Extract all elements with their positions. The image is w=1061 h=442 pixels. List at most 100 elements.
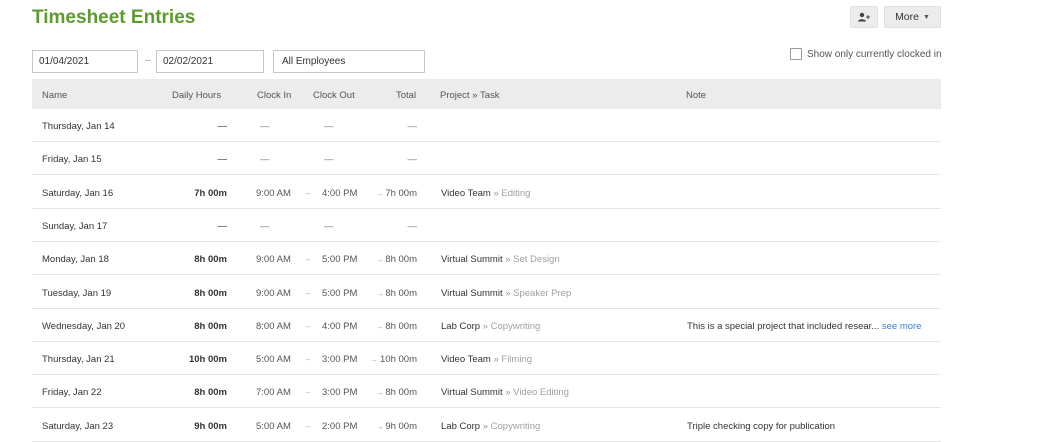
- row-total: 8h 00m: [385, 254, 417, 266]
- row-clock-in: 8:00 AM: [256, 320, 291, 332]
- row-task: Copywriting: [490, 320, 541, 332]
- row-task-separator: »: [502, 287, 514, 299]
- row-clock-in: —: [260, 220, 270, 232]
- row-task-separator: »: [502, 254, 514, 266]
- table-row[interactable]: Thursday, Jan 14 — — — —: [32, 109, 941, 142]
- table-header: Name Daily Hours Clock In Clock Out Tota…: [32, 79, 941, 109]
- start-date-input[interactable]: 01/04/2021: [32, 50, 138, 73]
- table-row[interactable]: Wednesday, Jan 20 8h 00m 8:00 AM – 4:00 PM 8h…: [32, 309, 941, 342]
- row-clock-out: 4:00 PM: [322, 320, 358, 332]
- row-project-task[interactable]: Virtual Summit » Set Design: [441, 254, 560, 265]
- row-project-task[interactable]: Lab Corp » Copywriting: [441, 421, 540, 432]
- row-daily-hours: —: [217, 220, 228, 232]
- row-project: Virtual Summit: [441, 254, 503, 266]
- row-clock-out: 5:00 PM: [322, 287, 358, 299]
- col-name[interactable]: Name: [42, 90, 67, 101]
- row-task-separator: »: [480, 420, 491, 432]
- arrow-right-icon: →: [376, 188, 384, 198]
- table-row[interactable]: Sunday, Jan 17 — — — —: [32, 209, 941, 242]
- row-daily-hours: —: [217, 121, 228, 132]
- table-row[interactable]: Friday, Jan 15 — — — —: [32, 142, 941, 176]
- row-project-task[interactable]: Virtual Summit » Speaker Prep: [441, 288, 571, 299]
- row-clock-in: —: [260, 121, 270, 132]
- row-project: Video Team: [441, 187, 491, 199]
- row-clock-out: —: [324, 154, 334, 166]
- row-task: Editing: [501, 187, 531, 199]
- clocked-in-checkbox[interactable]: [790, 48, 802, 60]
- end-date-value: 02/02/2021: [163, 56, 214, 67]
- row-time-separator: –: [306, 255, 311, 265]
- row-total: 8h 00m: [385, 387, 417, 399]
- row-task-separator: »: [490, 354, 502, 366]
- row-clock-out: 3:00 PM: [322, 387, 358, 399]
- add-employee-button[interactable]: [850, 6, 878, 28]
- row-total: —: [407, 220, 418, 232]
- row-task-separator: »: [480, 320, 491, 332]
- table-row[interactable]: Saturday, Jan 16 7h 00m 9:00 AM – 4:00 PM 7h …: [32, 176, 941, 209]
- end-date-input[interactable]: 02/02/2021: [156, 50, 264, 73]
- row-clock-in: 9:00 AM: [256, 254, 291, 266]
- row-time-separator: –: [306, 388, 311, 398]
- row-task-separator: »: [502, 387, 514, 399]
- col-note[interactable]: Note: [686, 90, 706, 101]
- row-total: 9h 00m: [385, 420, 417, 432]
- col-clock-in[interactable]: Clock In: [257, 90, 291, 101]
- row-name: Wednesday, Jan 20: [42, 320, 126, 332]
- row-project-task[interactable]: Virtual Summit » Video Editing: [441, 387, 569, 398]
- row-total: 8h 00m: [385, 287, 417, 299]
- row-project-task[interactable]: Video Team » Editing: [441, 188, 530, 199]
- table-row[interactable]: Tuesday, Jan 19 8h 00m 9:00 AM – 5:00 PM 8h 0…: [32, 276, 941, 309]
- col-clock-out[interactable]: Clock Out: [313, 90, 355, 101]
- row-task: Video Editing: [513, 387, 569, 399]
- table-row[interactable]: Friday, Jan 22 8h 00m 7:00 AM – 3:00 PM 8h 00…: [32, 375, 941, 409]
- employee-filter-select[interactable]: All Employees: [273, 50, 425, 73]
- row-daily-hours: —: [217, 154, 228, 166]
- row-clock-out: 3:00 PM: [322, 354, 358, 366]
- row-total: —: [407, 154, 418, 166]
- row-daily-hours: 8h 00m: [194, 320, 227, 332]
- row-daily-hours: 7h 00m: [194, 187, 227, 199]
- row-note: Triple checking copy for publication: [687, 421, 835, 432]
- person-add-icon: [857, 12, 871, 22]
- row-daily-hours: 9h 00m: [194, 420, 227, 432]
- row-task-separator: »: [490, 187, 502, 199]
- row-project-task[interactable]: Lab Corp » Copywriting: [441, 321, 540, 332]
- date-range-separator: –: [145, 55, 151, 66]
- row-name: Thursday, Jan 14: [42, 121, 115, 132]
- row-clock-out: 4:00 PM: [322, 187, 358, 199]
- row-project-task[interactable]: Video Team » Filming: [441, 354, 532, 365]
- row-total: 7h 00m: [385, 187, 417, 199]
- row-clock-in: —: [260, 154, 270, 166]
- more-button[interactable]: More ▼: [884, 6, 941, 28]
- row-task: Speaker Prep: [513, 287, 572, 299]
- row-name: Sunday, Jan 17: [42, 220, 108, 232]
- row-note: This is a special project that included …: [687, 321, 921, 332]
- see-more-link[interactable]: see more: [882, 321, 922, 332]
- clocked-in-filter[interactable]: Show only currently clocked in: [790, 48, 942, 60]
- row-clock-in: 5:00 AM: [256, 354, 291, 366]
- row-task: Copywriting: [490, 420, 541, 432]
- col-daily-hours[interactable]: Daily Hours: [172, 90, 221, 101]
- arrow-right-icon: →: [376, 421, 384, 431]
- arrow-right-icon: →: [376, 388, 384, 398]
- page-title: Timesheet Entries: [32, 7, 196, 28]
- row-clock-in: 9:00 AM: [256, 287, 291, 299]
- row-time-separator: –: [306, 421, 311, 431]
- row-total: —: [407, 121, 418, 132]
- more-label: More: [895, 11, 919, 23]
- col-project-task[interactable]: Project » Task: [440, 90, 500, 101]
- row-note-text: This is a special project that included …: [687, 320, 882, 332]
- table-row[interactable]: Saturday, Jan 23 9h 00m 5:00 AM – 2:00 PM 9h …: [32, 409, 941, 442]
- row-time-separator: –: [306, 355, 311, 365]
- table-row[interactable]: Monday, Jan 18 8h 00m 9:00 AM – 5:00 PM 8h 00…: [32, 242, 941, 276]
- row-project: Lab Corp: [441, 320, 481, 332]
- table-row[interactable]: Thursday, Jan 21 10h 00m 5:00 AM –3:00 PM 10…: [32, 342, 941, 376]
- row-name: Saturday, Jan 23: [42, 420, 114, 432]
- row-time-separator: –: [306, 288, 311, 298]
- row-clock-out: —: [324, 121, 334, 132]
- col-total[interactable]: Total: [396, 90, 416, 101]
- row-clock-out: 5:00 PM: [322, 254, 358, 266]
- row-clock-out: 2:00 PM: [322, 420, 358, 432]
- row-task: Filming: [501, 354, 533, 366]
- row-name: Thursday, Jan 21: [42, 354, 115, 366]
